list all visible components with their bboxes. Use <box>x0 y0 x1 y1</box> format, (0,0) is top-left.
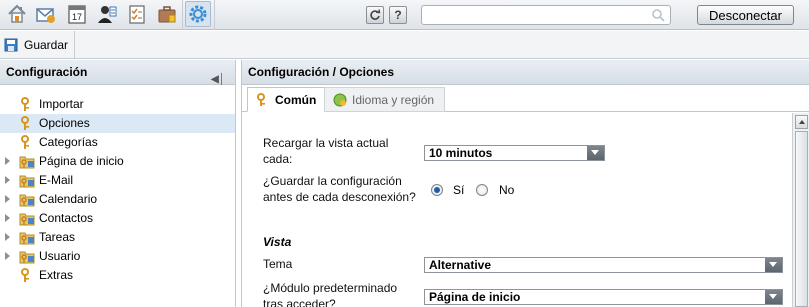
expand-arrow-icon[interactable] <box>5 252 10 260</box>
tab-idioma-region[interactable]: Idioma y región <box>324 87 446 112</box>
default-module-value: Página de inicio <box>429 290 521 304</box>
folder-key-icon <box>19 173 35 188</box>
settings-content-panel: Configuración / Opciones Común Idioma y … <box>241 60 809 307</box>
tree-item[interactable]: Opciones <box>0 114 235 133</box>
refresh-icon[interactable] <box>366 6 384 24</box>
tab-label: Común <box>275 92 317 107</box>
theme-select[interactable]: Alternative <box>424 257 783 273</box>
tree-item[interactable]: E-Mail <box>0 171 235 190</box>
scroll-up-button[interactable] <box>795 115 808 129</box>
tree-item-label: Contactos <box>39 211 94 225</box>
chevron-down-icon[interactable] <box>765 290 782 304</box>
default-module-select[interactable]: Página de inicio <box>424 289 783 305</box>
search-input[interactable] <box>421 5 671 25</box>
sidebar-title: Configuración <box>6 65 88 79</box>
briefcase-icon[interactable] <box>154 1 180 27</box>
settings-tree: Importar Opciones Categorías Página de inic… <box>0 95 235 285</box>
key-icon <box>19 97 35 112</box>
tree-item[interactable]: Contactos <box>0 209 235 228</box>
key-icon <box>19 268 35 283</box>
page-title: Configuración / Opciones <box>248 65 395 79</box>
tree-item-label: E-Mail <box>39 173 74 187</box>
calendar-day: 17 <box>72 12 82 22</box>
logout-button[interactable]: Desconectar <box>697 5 794 25</box>
top-bar: 17 ? Desconectar <box>0 0 809 30</box>
tree-item-label: Categorías <box>39 135 98 149</box>
help-label: ? <box>394 8 402 22</box>
theme-value: Alternative <box>429 258 492 272</box>
tree-item-label: Usuario <box>39 249 81 263</box>
expand-arrow-icon[interactable] <box>5 214 10 222</box>
save-button[interactable]: Guardar <box>0 31 76 58</box>
key-icon <box>19 116 35 131</box>
theme-label: Tema <box>263 257 293 271</box>
tree-item-label: Importar <box>39 97 84 111</box>
tree-item[interactable]: Página de inicio <box>0 152 235 171</box>
toolbar: Guardar <box>0 31 809 59</box>
home-icon[interactable] <box>4 1 30 27</box>
save-config-no-radio[interactable] <box>476 184 488 196</box>
tree-item[interactable]: Calendario <box>0 190 235 209</box>
folder-key-icon <box>19 230 35 245</box>
reload-label: Recargar la vista actual cada: <box>263 136 389 166</box>
tree-item-label: Tareas <box>39 230 76 244</box>
tree-item[interactable]: Importar <box>0 95 235 114</box>
vertical-scrollbar[interactable] <box>792 113 809 307</box>
calendar-icon[interactable]: 17 <box>64 1 90 27</box>
search-icon[interactable] <box>651 8 665 22</box>
settings-gear-icon[interactable] <box>185 1 211 27</box>
reload-interval-value: 10 minutos <box>429 146 493 160</box>
section-view-heading: Vista <box>263 235 292 249</box>
chevron-down-icon[interactable] <box>765 258 782 272</box>
save-label: Guardar <box>24 37 69 52</box>
tree-item-label: Opciones <box>39 116 90 130</box>
floppy-disk-icon <box>4 38 18 51</box>
collapse-sidebar-icon[interactable]: ◀│ <box>211 67 225 92</box>
scroll-thumb[interactable] <box>795 131 808 307</box>
expand-arrow-icon[interactable] <box>5 233 10 241</box>
options-form: Recargar la vista actual cada: 10 minuto… <box>242 113 792 307</box>
default-module-label: ¿Módulo predeterminado tras acceder? <box>263 281 398 307</box>
sidebar-header: Configuración ◀│ <box>0 60 235 85</box>
key-icon <box>19 135 35 150</box>
tree-item-label: Calendario <box>39 192 98 206</box>
save-config-label: ¿Guardar la configuración antes de cada … <box>263 174 416 204</box>
expand-arrow-icon[interactable] <box>5 195 10 203</box>
tab-label: Idioma y región <box>352 92 435 107</box>
folder-key-icon <box>19 154 35 169</box>
folder-key-icon <box>19 249 35 264</box>
tree-item[interactable]: Usuario <box>0 247 235 266</box>
settings-tabs: Común Idioma y región <box>242 86 809 112</box>
tasks-icon[interactable] <box>124 1 150 27</box>
tree-item-label: Página de inicio <box>39 154 124 168</box>
tab-comun[interactable]: Común <box>247 87 328 112</box>
tree-item[interactable]: Categorías <box>0 133 235 152</box>
content-header: Configuración / Opciones <box>242 60 809 85</box>
tree-item-label: Extras <box>39 268 74 282</box>
reload-interval-select[interactable]: 10 minutos <box>424 145 605 161</box>
tree-item[interactable]: Tareas <box>0 228 235 247</box>
key-icon <box>257 92 265 106</box>
tree-item[interactable]: Extras <box>0 266 235 285</box>
chevron-down-icon[interactable] <box>587 146 604 160</box>
folder-key-icon <box>19 192 35 207</box>
yes-label: Sí <box>453 183 465 197</box>
expand-arrow-icon[interactable] <box>5 176 10 184</box>
email-icon[interactable] <box>33 1 59 27</box>
save-config-yes-radio[interactable] <box>431 184 443 196</box>
settings-sidebar: Configuración ◀│ Importar Opciones Categor… <box>0 60 236 307</box>
help-button[interactable]: ? <box>389 6 407 24</box>
expand-arrow-icon[interactable] <box>5 157 10 165</box>
folder-key-icon <box>19 211 35 226</box>
globe-icon <box>333 93 347 106</box>
contacts-icon[interactable] <box>94 1 120 27</box>
no-label: No <box>499 183 515 197</box>
